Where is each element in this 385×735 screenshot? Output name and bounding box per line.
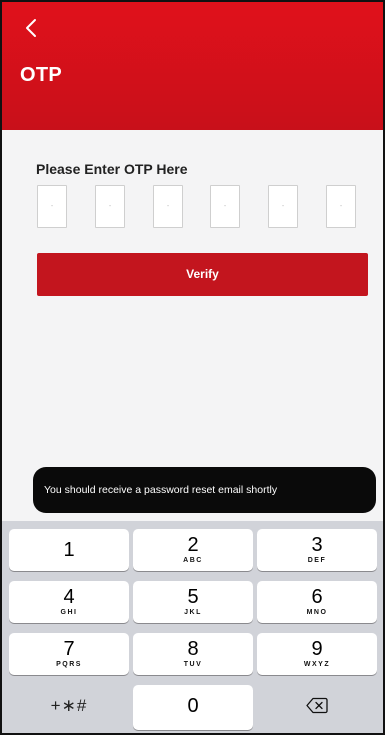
key-letters: WXYZ [303,661,331,668]
toast-message: You should receive a password reset emai… [33,467,376,513]
key-7[interactable]: 7 PQRS [9,633,129,675]
key-digit: 9 [311,638,323,660]
key-digit: 0 [187,695,199,717]
verify-button[interactable]: Verify [37,253,368,296]
key-digit: 5 [187,586,199,608]
key-digit: 2 [187,534,199,556]
numeric-keypad: 1 2 ABC 3 DEF 4 GHI 5 JKL 6 MNO 7 PQRS 8 [2,521,383,733]
key-digit: 7 [63,638,75,660]
key-letters: GHI [60,609,78,616]
key-digit: 1 [63,539,75,561]
delete-key[interactable] [257,683,377,728]
otp-label: Please Enter OTP Here [36,161,188,177]
key-letters: PQRS [56,661,82,668]
otp-digit-3[interactable]: - [153,185,183,228]
key-2[interactable]: 2 ABC [133,529,253,571]
key-4[interactable]: 4 GHI [9,581,129,623]
backspace-icon [306,697,328,714]
key-letters: TUV [183,661,203,668]
symbols-label: +∗# [50,696,88,715]
key-letters: DEF [307,557,327,564]
chevron-left-icon[interactable] [21,16,43,40]
otp-digit-1[interactable]: - [37,185,67,228]
key-9[interactable]: 9 WXYZ [257,633,377,675]
key-3[interactable]: 3 DEF [257,529,377,571]
key-digit: 8 [187,638,199,660]
key-digit: 3 [311,534,323,556]
app-screen: OTP Please Enter OTP Here - - - - - - Ve… [0,0,385,735]
key-0[interactable]: 0 [133,685,253,730]
key-letters: ABC [183,557,203,564]
otp-digit-6[interactable]: - [326,185,356,228]
key-digit: 4 [63,586,75,608]
key-letters: JKL [184,609,202,616]
key-5[interactable]: 5 JKL [133,581,253,623]
key-8[interactable]: 8 TUV [133,633,253,675]
symbols-key[interactable]: +∗# [9,683,129,728]
page-title: OTP [20,64,63,86]
otp-digit-5[interactable]: - [268,185,298,228]
app-header: OTP [2,2,383,130]
key-letters: MNO [306,609,328,616]
otp-digit-2[interactable]: - [95,185,125,228]
otp-digit-4[interactable]: - [210,185,240,228]
key-1[interactable]: 1 [9,529,129,571]
key-6[interactable]: 6 MNO [257,581,377,623]
key-digit: 6 [311,586,323,608]
